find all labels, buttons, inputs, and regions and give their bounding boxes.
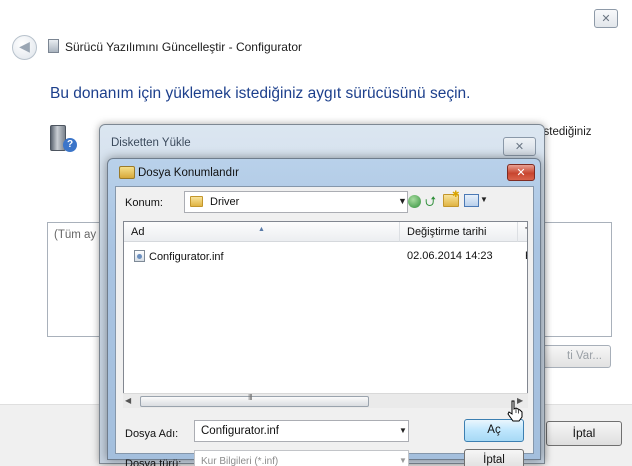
wizard-instruction-text: istediğiniz xyxy=(541,126,592,138)
locate-file-title: Dosya Konumlandır xyxy=(138,167,239,179)
open-button[interactable]: Aç xyxy=(464,419,524,442)
inf-file-icon xyxy=(134,250,145,262)
wizard-heading: Bu donanım için yüklemek istediğiniz ayg… xyxy=(50,85,471,102)
scroll-left-icon[interactable]: ◀ xyxy=(125,396,131,405)
back-button[interactable]: ◀ xyxy=(12,35,37,60)
go-back-icon[interactable] xyxy=(408,195,421,208)
cancel-button[interactable]: İptal xyxy=(464,449,524,466)
wizard-close-button[interactable]: ✕ xyxy=(594,9,618,28)
chevron-down-icon[interactable]: ▼ xyxy=(398,196,407,206)
folder-window-icon xyxy=(119,166,135,179)
up-folder-icon[interactable]: ⮍ xyxy=(425,193,437,209)
filetype-value: Kur Bilgileri (*.inf) xyxy=(201,456,279,466)
file-name-text: Configurator.inf xyxy=(149,251,224,263)
file-list[interactable]: Ad ▲ Değiştirme tarihi Tü Configurator.i… xyxy=(123,221,528,408)
column-header-name-label: Ad xyxy=(131,226,145,238)
new-folder-icon[interactable] xyxy=(443,189,460,207)
wizard-cancel-button[interactable]: İptal xyxy=(546,421,622,446)
model-list-item[interactable]: (Tüm ay xyxy=(54,229,96,241)
filetype-chevron-down-icon[interactable]: ▼ xyxy=(399,456,407,465)
desktop-stage: ✕ ◀ Sürücü Yazılımını Güncelleştir - Con… xyxy=(0,0,632,466)
location-value: Driver xyxy=(210,196,240,208)
location-label: Konum: xyxy=(125,197,163,209)
wizard-title: Sürücü Yazılımını Güncelleştir - Configu… xyxy=(65,40,302,54)
column-header-date[interactable]: Değiştirme tarihi xyxy=(400,222,518,242)
locate-file-body: Konum: Driver ▼ ⮍ ▼ Ad ▲ Değiştirme tari… xyxy=(115,186,534,466)
filename-value: Configurator.inf xyxy=(201,425,279,437)
view-menu-chevron-icon[interactable]: ▼ xyxy=(480,195,488,204)
folder-icon xyxy=(190,196,203,207)
filename-chevron-down-icon[interactable]: ▼ xyxy=(399,426,407,435)
filename-label: Dosya Adı: xyxy=(125,428,179,440)
file-row-type: Ku xyxy=(525,250,527,262)
driver-app-icon xyxy=(48,39,59,53)
column-header-name[interactable]: Ad ▲ xyxy=(124,222,400,242)
install-from-disk-title: Disketten Yükle xyxy=(111,137,191,149)
install-from-disk-close-button[interactable]: ✕ xyxy=(503,137,536,156)
scroll-thumb[interactable]: III xyxy=(140,393,369,407)
column-header-type[interactable]: Tü xyxy=(518,222,527,242)
locate-file-close-button[interactable]: ✕ xyxy=(507,164,535,181)
location-combo[interactable]: Driver ▼ xyxy=(184,191,408,213)
filename-input[interactable]: Configurator.inf ▼ xyxy=(194,420,409,442)
locate-file-dialog: Dosya Konumlandır ✕ Konum: Driver ▼ ⮍ ▼ … xyxy=(107,158,541,466)
file-row-name[interactable]: Configurator.inf xyxy=(134,250,224,263)
hand-cursor-icon xyxy=(507,400,523,422)
scroll-grip-icon: III xyxy=(248,393,253,402)
filetype-label: Dosya türü: xyxy=(125,458,182,466)
view-menu-icon[interactable] xyxy=(464,194,479,207)
filetype-select[interactable]: Kur Bilgileri (*.inf) ▼ xyxy=(194,450,409,466)
help-badge-icon: ? xyxy=(63,138,77,152)
horizontal-scrollbar[interactable]: ◀ III ▶ xyxy=(123,393,528,408)
sort-ascending-icon: ▲ xyxy=(258,226,265,233)
file-row-date: 02.06.2014 14:23 xyxy=(407,250,493,262)
back-arrow-icon: ◀ xyxy=(19,39,30,55)
